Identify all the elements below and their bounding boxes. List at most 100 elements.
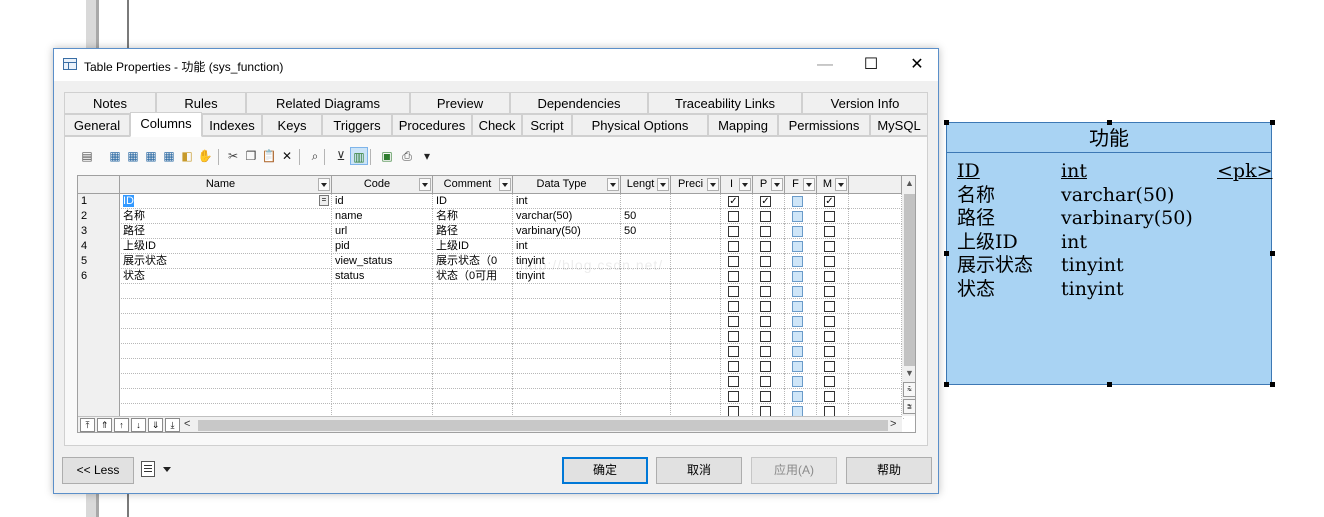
chevron-down-icon[interactable] [771,178,783,191]
cell-f[interactable] [785,254,817,269]
cell-f[interactable] [785,269,817,284]
checkbox-f[interactable] [792,376,803,387]
tab-traceability-links[interactable]: Traceability Links [648,92,802,114]
print-icon[interactable]: ⎙ [398,147,416,165]
checkbox-i[interactable] [728,331,739,342]
cell-code[interactable] [332,299,433,314]
dropdown-arrow-icon[interactable]: ▾ [418,147,436,165]
checkbox-p[interactable] [760,391,771,402]
cell-name[interactable] [120,284,332,299]
cell-name[interactable]: 上级ID [120,239,332,254]
checkbox-f[interactable] [792,391,803,402]
checkbox-i[interactable]: ✓ [728,196,739,207]
cell-comment[interactable] [433,389,513,404]
tab-dependencies[interactable]: Dependencies [510,92,648,114]
cell-comment[interactable]: 展示状态（0 [433,254,513,269]
selection-handle[interactable] [944,251,949,256]
cell-type[interactable]: varchar(50) [513,209,621,224]
cell-prec[interactable] [671,224,721,239]
cell-prec[interactable] [671,314,721,329]
cell-name[interactable] [120,389,332,404]
cell-i[interactable] [721,284,753,299]
checkbox-p[interactable] [760,211,771,222]
checkbox-p[interactable] [760,376,771,387]
cell-code[interactable]: pid [332,239,433,254]
checkbox-p[interactable] [760,256,771,267]
cell-code[interactable] [332,314,433,329]
checkbox-f[interactable] [792,346,803,357]
column-header-comment[interactable]: Comment [433,176,513,194]
cell-comment[interactable]: 状态（0可用 [433,269,513,284]
checkbox-i[interactable] [728,391,739,402]
selected-cell-text[interactable]: ID [123,195,134,207]
cell-m[interactable] [817,329,849,344]
excel-icon[interactable]: ▣ [378,147,396,165]
cell-p[interactable] [753,224,785,239]
cell-f[interactable] [785,239,817,254]
tab-notes[interactable]: Notes [64,92,156,114]
cell-m[interactable] [817,269,849,284]
tab-procedures[interactable]: Procedures [392,114,472,136]
selection-handle[interactable] [1107,382,1112,387]
cell-f[interactable] [785,389,817,404]
empty-row[interactable] [78,374,904,389]
selection-handle[interactable] [1270,382,1275,387]
tab-general[interactable]: General [64,114,130,136]
cell-p[interactable] [753,374,785,389]
close-button[interactable]: ✕ [894,49,940,81]
cell-prec[interactable] [671,254,721,269]
cell-f[interactable] [785,359,817,374]
column-header-p[interactable]: P [753,176,785,194]
cell-p[interactable] [753,389,785,404]
cell-m[interactable] [817,254,849,269]
apply-button[interactable]: 应用(A) [751,457,837,484]
cell-code[interactable] [332,374,433,389]
cell-f[interactable] [785,329,817,344]
checkbox-f[interactable] [792,196,803,207]
checkbox-i[interactable] [728,271,739,282]
chevron-down-icon[interactable] [607,178,619,191]
cell-type[interactable] [513,314,621,329]
cell-name[interactable] [120,374,332,389]
checkbox-i[interactable] [728,346,739,357]
cell-i[interactable] [721,239,753,254]
enable-icon[interactable]: ✋ [196,147,214,165]
cell-name[interactable] [120,299,332,314]
selection-handle[interactable] [1270,120,1275,125]
copy-icon[interactable]: ❐ [242,147,260,165]
cell-p[interactable] [753,284,785,299]
cell-i[interactable] [721,299,753,314]
checkbox-m[interactable] [824,316,835,327]
scroll-right-icon[interactable]: > [890,418,896,430]
paste-icon[interactable]: 📋 [260,147,278,165]
cell-f[interactable] [785,344,817,359]
cell-length[interactable] [621,329,671,344]
empty-row[interactable] [78,389,904,404]
entity-sys-function[interactable]: 功能 ID int <pk> 名称 varchar(50) 路径 varbinary(50)… [946,122,1273,385]
cell-comment[interactable] [433,359,513,374]
cell-name[interactable]: 名称 [120,209,332,224]
tab-triggers[interactable]: Triggers [322,114,392,136]
tab-physical-options[interactable]: Physical Options [572,114,708,136]
selection-handle[interactable] [1270,251,1275,256]
column-header-name[interactable]: Name [120,176,332,194]
scroll-left-icon[interactable]: < [184,418,190,430]
minimize-button[interactable]: — [802,49,848,81]
chevron-down-icon[interactable] [419,178,431,191]
help-button[interactable]: 帮助 [846,457,932,484]
checkbox-f[interactable] [792,361,803,372]
cell-comment[interactable] [433,374,513,389]
nav-button-2[interactable]: ↑ [114,418,129,432]
cell-comment[interactable] [433,284,513,299]
cell-type[interactable]: varbinary(50) [513,224,621,239]
cut-icon[interactable]: ✂ [224,147,242,165]
nav-button-1[interactable]: ⇑ [97,418,112,432]
cell-comment[interactable]: 名称 [433,209,513,224]
cell-m[interactable] [817,359,849,374]
cell-prec[interactable] [671,194,721,209]
cell-i[interactable] [721,314,753,329]
insert-row-icon[interactable]: ▦ [106,147,124,165]
cell-f[interactable] [785,299,817,314]
empty-row[interactable] [78,314,904,329]
table-row[interactable]: 4 上级ID pid 上级ID int [78,239,904,254]
